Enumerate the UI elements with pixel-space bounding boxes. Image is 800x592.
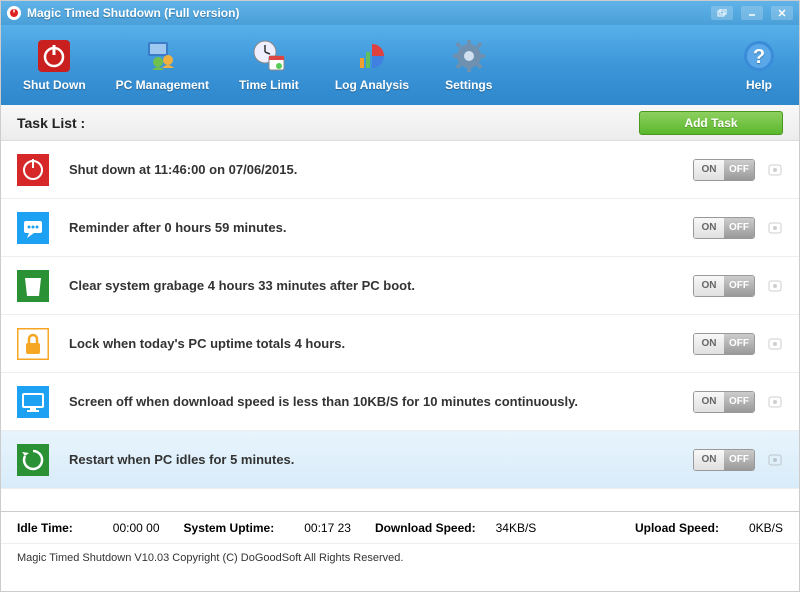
toggle-off: OFF xyxy=(724,276,754,296)
toolbar-label: Settings xyxy=(445,78,492,92)
idle-time-label: Idle Time: xyxy=(17,521,73,535)
main-toolbar: Shut Down PC Management Time Limit Log A… xyxy=(1,25,799,105)
upload-speed-label: Upload Speed: xyxy=(635,521,719,535)
upload-speed-value: 0KB/S xyxy=(749,521,783,535)
task-description: Reminder after 0 hours 59 minutes. xyxy=(69,220,693,235)
task-description: Shut down at 11:46:00 on 07/06/2015. xyxy=(69,162,693,177)
copyright-text: Magic Timed Shutdown V10.03 Copyright (C… xyxy=(17,552,403,564)
window-controls xyxy=(711,6,793,20)
toggle-off: OFF xyxy=(724,160,754,180)
gear-icon xyxy=(451,38,487,74)
lock-task-icon xyxy=(17,328,49,360)
toggle-on: ON xyxy=(694,218,724,238)
task-toggle[interactable]: ON OFF xyxy=(693,217,755,239)
download-speed-label: Download Speed: xyxy=(375,521,476,535)
window-title: Magic Timed Shutdown (Full version) xyxy=(27,6,711,20)
toolbar-label: Shut Down xyxy=(23,78,86,92)
toggle-off: OFF xyxy=(724,392,754,412)
task-description: Lock when today's PC uptime totals 4 hou… xyxy=(69,336,693,351)
task-description: Restart when PC idles for 5 minutes. xyxy=(69,452,693,467)
edit-task-icon[interactable] xyxy=(767,278,783,294)
toolbar-label: Log Analysis xyxy=(335,78,409,92)
toggle-off: OFF xyxy=(724,450,754,470)
download-speed-value: 34KB/S xyxy=(496,521,537,535)
clock-calendar-icon xyxy=(251,38,287,74)
toggle-on: ON xyxy=(694,334,724,354)
footer: Magic Timed Shutdown V10.03 Copyright (C… xyxy=(1,543,799,571)
status-bar: Idle Time: 00:00 00 System Uptime: 00:17… xyxy=(1,511,799,543)
time-limit-button[interactable]: Time Limit xyxy=(231,34,307,96)
minimize-button[interactable] xyxy=(741,6,763,20)
task-row[interactable]: Shut down at 11:46:00 on 07/06/2015. ON … xyxy=(1,141,799,199)
titlebar: Magic Timed Shutdown (Full version) xyxy=(1,1,799,25)
tasklist-header: Task List : Add Task xyxy=(1,105,799,141)
chart-icon xyxy=(354,38,390,74)
task-toggle[interactable]: ON OFF xyxy=(693,449,755,471)
toggle-on: ON xyxy=(694,276,724,296)
tasklist-label: Task List : xyxy=(17,115,639,131)
help-button[interactable]: ? Help xyxy=(733,34,785,96)
edit-task-icon[interactable] xyxy=(767,452,783,468)
toggle-on: ON xyxy=(694,160,724,180)
screen-off-task-icon xyxy=(17,386,49,418)
task-description: Screen off when download speed is less t… xyxy=(69,394,693,409)
add-task-button[interactable]: Add Task xyxy=(639,111,783,135)
svg-text:?: ? xyxy=(753,46,765,68)
toolbar-label: Help xyxy=(746,78,772,92)
task-row[interactable]: Lock when today's PC uptime totals 4 hou… xyxy=(1,315,799,373)
cleanup-task-icon xyxy=(17,270,49,302)
toggle-off: OFF xyxy=(724,334,754,354)
toolbar-label: Time Limit xyxy=(239,78,299,92)
users-icon xyxy=(144,38,180,74)
edit-task-icon[interactable] xyxy=(767,162,783,178)
task-row[interactable]: Clear system grabage 4 hours 33 minutes … xyxy=(1,257,799,315)
help-icon: ? xyxy=(741,38,777,74)
idle-time-value: 00:00 00 xyxy=(113,521,160,535)
app-icon xyxy=(7,6,21,20)
log-analysis-button[interactable]: Log Analysis xyxy=(327,34,417,96)
toggle-on: ON xyxy=(694,392,724,412)
shutdown-task-icon xyxy=(17,154,49,186)
close-button[interactable] xyxy=(771,6,793,20)
task-list: Shut down at 11:46:00 on 07/06/2015. ON … xyxy=(1,141,799,491)
task-row[interactable]: Restart when PC idles for 5 minutes. ON … xyxy=(1,431,799,489)
task-toggle[interactable]: ON OFF xyxy=(693,159,755,181)
task-description: Clear system grabage 4 hours 33 minutes … xyxy=(69,278,693,293)
toggle-on: ON xyxy=(694,450,724,470)
task-toggle[interactable]: ON OFF xyxy=(693,275,755,297)
uptime-label: System Uptime: xyxy=(184,521,275,535)
settings-button[interactable]: Settings xyxy=(437,34,500,96)
reminder-task-icon xyxy=(17,212,49,244)
edit-task-icon[interactable] xyxy=(767,336,783,352)
edit-task-icon[interactable] xyxy=(767,394,783,410)
toggle-off: OFF xyxy=(724,218,754,238)
power-icon xyxy=(36,38,72,74)
restart-task-icon xyxy=(17,444,49,476)
edit-task-icon[interactable] xyxy=(767,220,783,236)
task-toggle[interactable]: ON OFF xyxy=(693,333,755,355)
task-toggle[interactable]: ON OFF xyxy=(693,391,755,413)
toolbar-label: PC Management xyxy=(116,78,209,92)
pc-management-button[interactable]: PC Management xyxy=(108,34,217,96)
task-row[interactable]: Reminder after 0 hours 59 minutes. ON OF… xyxy=(1,199,799,257)
restore-button[interactable] xyxy=(711,6,733,20)
shutdown-button[interactable]: Shut Down xyxy=(15,34,94,96)
uptime-value: 00:17 23 xyxy=(304,521,351,535)
task-row[interactable]: Screen off when download speed is less t… xyxy=(1,373,799,431)
